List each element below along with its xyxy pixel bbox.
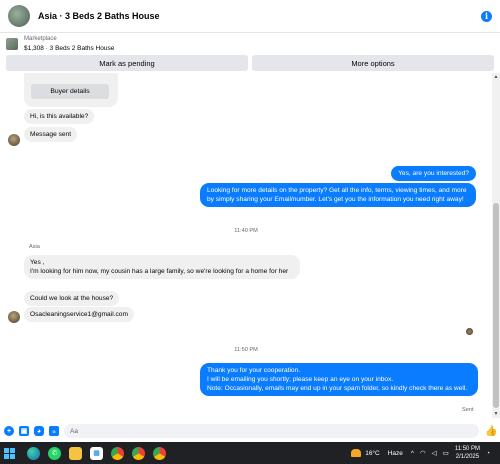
wifi-icon[interactable]: ◠ <box>420 449 426 457</box>
clock-time: 11:50 PM <box>454 446 481 452</box>
sticker-icon[interactable]: ◕ <box>34 426 44 436</box>
image-icon[interactable]: ▣ <box>19 426 29 436</box>
incoming-message[interactable]: Hi, is this available? <box>24 109 95 124</box>
whatsapp-icon[interactable]: ✆ <box>48 446 61 460</box>
more-options-button[interactable]: More options <box>252 55 494 71</box>
windows-taskbar: ✆ ▦ 16°C Haze ^ ◠ ◁ ▭ 11:50 PM 2/1/2025 … <box>0 442 500 464</box>
thumbs-up-icon[interactable]: 👍 <box>485 426 497 437</box>
listing-source: Marketplace <box>24 36 57 42</box>
incoming-message[interactable]: Osacleaningservice1@gmail.com <box>24 307 134 322</box>
chrome-icon[interactable] <box>132 446 145 460</box>
outgoing-message[interactable]: Yes, are you interested? <box>391 166 476 181</box>
chrome-icon[interactable] <box>153 446 166 460</box>
scroll-down-icon[interactable]: ▼ <box>492 410 500 418</box>
listing-price-title: $1,308 · 3 Beds 2 Baths House <box>24 45 115 52</box>
incoming-message[interactable]: Could we look at the house? <box>24 291 120 306</box>
weather-icon[interactable] <box>351 449 362 457</box>
clock-date: 2/1/2025 <box>455 454 480 460</box>
scroll-up-icon[interactable]: ▲ <box>492 73 500 81</box>
chrome-icon[interactable] <box>111 446 124 460</box>
buyer-details-button[interactable]: Buyer details <box>31 84 109 99</box>
plus-icon[interactable]: + <box>4 426 14 436</box>
messenger-window: Asia · 3 Beds 2 Baths House i Marketplac… <box>0 0 500 464</box>
listing-bar[interactable]: Marketplace $1,308 · 3 Beds 2 Baths Hous… <box>0 33 500 55</box>
incoming-message[interactable]: Message sent <box>24 127 78 142</box>
message-status: Sent <box>462 407 474 413</box>
chevron-up-icon[interactable]: ^ <box>411 450 414 457</box>
outgoing-message[interactable]: Thank you for your cooperation. I will b… <box>200 363 478 396</box>
read-receipt-avatar <box>466 328 473 335</box>
incoming-message[interactable]: Yes , I'm looking for him now, my cousin… <box>24 255 300 279</box>
mark-as-pending-button[interactable]: Mark as pending <box>6 55 248 71</box>
conversation-header: Asia · 3 Beds 2 Baths House i <box>0 0 500 33</box>
contact-avatar[interactable] <box>8 5 30 27</box>
message-input[interactable]: Aa <box>64 424 479 438</box>
sender-avatar[interactable] <box>8 134 20 146</box>
message-timestamp: 11:50 PM <box>234 347 258 353</box>
sender-avatar[interactable] <box>8 311 20 323</box>
file-explorer-icon[interactable] <box>69 446 82 460</box>
weather-condition[interactable]: Haze <box>388 450 403 457</box>
conversation-title[interactable]: Asia · 3 Beds 2 Baths House <box>38 11 481 21</box>
sender-name: Asia <box>29 244 40 250</box>
scroll-thumb[interactable] <box>493 203 499 408</box>
store-icon[interactable]: ▦ <box>90 446 103 460</box>
speaker-icon[interactable]: ◁ <box>432 449 437 457</box>
message-thread: Buyer details Hi, is this available? Mes… <box>0 73 492 418</box>
listing-actions: Mark as pending More options <box>0 55 500 73</box>
windows-start-icon[interactable] <box>4 447 15 459</box>
battery-icon[interactable]: ▭ <box>443 449 449 457</box>
notification-bell-icon[interactable]: ◔ <box>486 450 490 457</box>
system-clock[interactable]: 11:50 PM 2/1/2025 <box>455 445 480 461</box>
temperature[interactable]: 16°C <box>365 450 380 457</box>
message-composer: + ▣ ◕ G Aa 👍 <box>0 420 500 442</box>
listing-thumbnail <box>6 38 18 50</box>
outgoing-message[interactable]: Looking for more details on the property… <box>200 183 476 207</box>
info-icon[interactable]: i <box>481 10 492 22</box>
message-timestamp: 11:40 PM <box>234 228 258 234</box>
edge-icon[interactable] <box>27 446 40 460</box>
thread-scrollbar[interactable]: ▲ ▼ <box>492 73 500 418</box>
gif-icon[interactable]: G <box>49 426 59 436</box>
